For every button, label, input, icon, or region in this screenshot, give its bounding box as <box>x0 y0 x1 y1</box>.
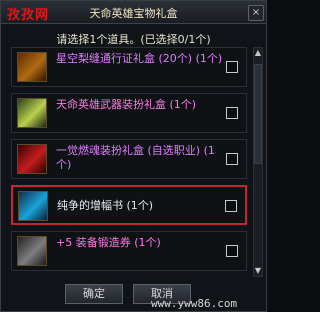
item-label: 纯争的增幅书 (1个) <box>57 199 154 212</box>
item-label: 天命英雄武器装扮礼盒 (1个) <box>56 98 197 111</box>
chest-icon <box>17 52 47 82</box>
list-scrollbar[interactable]: ▲ ▼ <box>253 47 263 277</box>
watermark-bottom: www.yww86.com <box>151 297 238 310</box>
list-item[interactable]: 一觉燃魂装扮礼盒 (自选职业) (1个) <box>11 139 247 179</box>
item-label: 一觉燃魂装扮礼盒 (自选职业) (1个) <box>56 144 215 171</box>
scroll-thumb[interactable] <box>254 64 262 164</box>
dialog-footer: 确定 取消 www.yww86.com <box>1 281 266 311</box>
list-item[interactable]: 天命英雄武器装扮礼盒 (1个) <box>11 93 247 133</box>
book-icon <box>18 191 48 221</box>
close-icon: × <box>251 7 261 18</box>
scroll-up-icon[interactable]: ▲ <box>254 48 262 58</box>
window-title: 天命英雄宝物礼盒 <box>89 7 178 20</box>
item-checkbox[interactable] <box>226 61 238 73</box>
list-item[interactable]: 星空梨缝通行证礼盒 (20个) (1个) <box>11 47 247 87</box>
item-checkbox[interactable] <box>225 200 237 212</box>
selection-instruction: 请选择1个道具。(已选择0/1个) <box>56 33 211 46</box>
gift-box-window: 孜孜网 天命英雄宝物礼盒 × 请选择1个道具。(已选择0/1个) 星空梨缝通行证… <box>0 0 267 312</box>
close-button[interactable]: × <box>248 5 264 21</box>
item-list: 星空梨缝通行证礼盒 (20个) (1个) 天命英雄武器装扮礼盒 (1个) 一觉燃… <box>9 47 249 277</box>
list-item[interactable]: +5 装备锻造券 (1个) <box>11 231 247 271</box>
item-label: 星空梨缝通行证礼盒 (20个) (1个) <box>56 52 223 65</box>
armor-icon <box>17 144 47 174</box>
item-checkbox[interactable] <box>226 107 238 119</box>
item-checkbox[interactable] <box>226 153 238 165</box>
confirm-button[interactable]: 确定 <box>65 284 123 304</box>
item-label: +5 装备锻造券 (1个) <box>56 236 161 249</box>
weapon-icon <box>17 98 47 128</box>
list-item-selected[interactable]: 纯争的增幅书 (1个) <box>11 185 247 225</box>
scroll-down-icon[interactable]: ▼ <box>254 266 262 276</box>
ticket-icon <box>17 236 47 266</box>
item-checkbox[interactable] <box>226 245 238 257</box>
title-bar: 孜孜网 天命英雄宝物礼盒 × <box>1 1 266 24</box>
